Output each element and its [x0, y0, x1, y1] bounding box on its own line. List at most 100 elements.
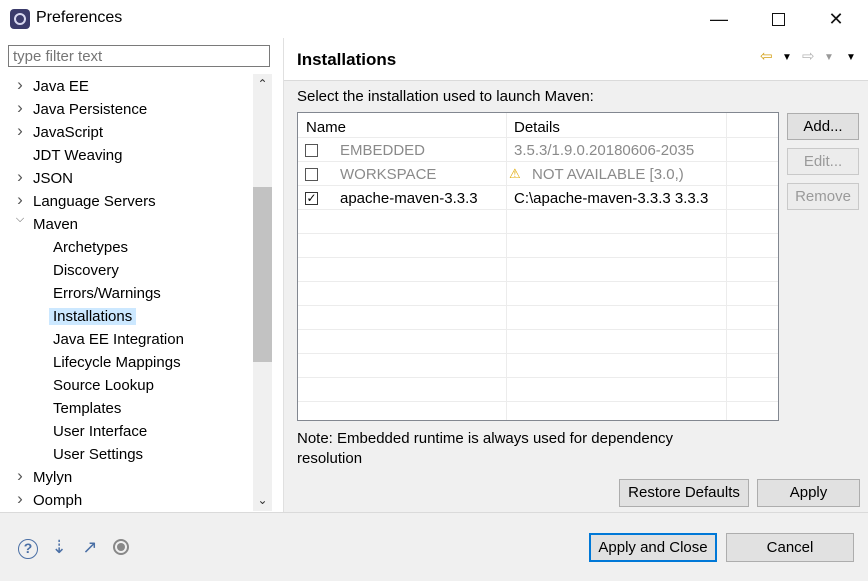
installation-checkbox[interactable]: [305, 168, 318, 181]
scroll-down-arrow-icon[interactable]: ⌄: [253, 490, 272, 510]
table-gridline: [298, 257, 778, 258]
chevron-right-icon[interactable]: ›: [13, 75, 27, 98]
tree-item-label: Templates: [53, 400, 122, 417]
restore-defaults-button[interactable]: Restore Defaults: [619, 479, 749, 507]
table-gridline: [298, 209, 778, 210]
view-menu-icon[interactable]: ▼: [846, 52, 856, 63]
tree-item-label: Java EE: [33, 78, 89, 95]
table-gridline: [298, 377, 778, 378]
tree-item[interactable]: Oomph: [33, 489, 82, 512]
tree-item[interactable]: JavaScript: [33, 121, 103, 144]
page-description: Select the installation used to launch M…: [297, 88, 594, 105]
tree-item[interactable]: Java Persistence: [33, 98, 147, 121]
tree-item[interactable]: JDT Weaving: [33, 144, 122, 167]
tree-item[interactable]: Java EE Integration: [53, 328, 184, 351]
tree-item[interactable]: Language Servers: [33, 190, 156, 213]
table-gridline: [298, 161, 778, 162]
tree-item[interactable]: User Interface: [53, 420, 147, 443]
back-arrow-icon[interactable]: ⇦: [760, 47, 773, 65]
help-icon[interactable]: ?: [17, 536, 39, 559]
tree-item-label: Language Servers: [33, 193, 156, 210]
add-button[interactable]: Add...: [787, 113, 859, 140]
tree-item-label: Mylyn: [33, 469, 73, 486]
chevron-right-icon[interactable]: ›: [13, 466, 27, 489]
tree-item-label: Archetypes: [53, 239, 129, 256]
close-button[interactable]: ✕: [813, 0, 859, 38]
tree-item[interactable]: Templates: [53, 397, 121, 420]
table-gridline: [298, 185, 778, 186]
table-gridline: [298, 305, 778, 306]
forward-arrow-icon[interactable]: ⇨: [802, 47, 815, 65]
back-menu-chevron-icon[interactable]: ▼: [782, 52, 792, 63]
maximize-button[interactable]: [755, 0, 801, 38]
chevron-right-icon[interactable]: ›: [13, 190, 27, 213]
table-gridline: [298, 233, 778, 234]
apply-and-close-button[interactable]: Apply and Close: [589, 533, 717, 562]
chevron-right-icon[interactable]: ›: [13, 121, 27, 144]
chevron-down-icon[interactable]: ⌵: [13, 213, 27, 236]
table-gridline: [298, 329, 778, 330]
tree-item-label: Maven: [33, 216, 79, 233]
tree-item[interactable]: Mylyn: [33, 466, 72, 489]
preference-tree: › Java EE › Java Persistence › JavaScript JDT …: [0, 74, 272, 512]
tree-item-label: Oomph: [33, 492, 83, 509]
installation-name[interactable]: EMBEDDED: [340, 142, 425, 159]
installations-table: Name Details EMBEDDED 3.5.3/1.9.0.2018060…: [297, 112, 779, 421]
installation-details: 3.5.3/1.9.0.20180606-2035: [514, 142, 695, 159]
tree-item[interactable]: User Settings: [53, 443, 143, 466]
forward-menu-chevron-icon[interactable]: ▼: [824, 52, 834, 63]
embedded-runtime-note: Note: Embedded runtime is always used fo…: [297, 430, 674, 467]
table-column-divider: [506, 113, 507, 420]
table-gridline: [298, 353, 778, 354]
tree-item[interactable]: Errors/Warnings: [53, 282, 161, 305]
eclipse-app-icon: [10, 9, 30, 29]
tree-item[interactable]: Archetypes: [53, 236, 128, 259]
warning-icon: ⚠: [509, 166, 521, 181]
cancel-button[interactable]: Cancel: [726, 533, 854, 562]
chevron-right-icon[interactable]: ›: [13, 489, 27, 512]
tree-item[interactable]: JSON: [33, 167, 73, 190]
oomph-record-icon[interactable]: [110, 536, 132, 558]
scroll-up-arrow-icon[interactable]: ⌃: [253, 74, 272, 94]
tree-scroll-thumb[interactable]: [253, 187, 272, 362]
tree-item[interactable]: Java EE: [33, 75, 89, 98]
installation-details: C:\apache-maven-3.3.3 3.3.3: [514, 190, 709, 207]
tree-item-label: Errors/Warnings: [53, 285, 161, 302]
tree-item-label: User Interface: [53, 423, 148, 440]
installation-checkbox[interactable]: [305, 144, 318, 157]
tree-item[interactable]: Installations: [49, 305, 137, 328]
table-column-divider: [726, 113, 727, 420]
table-gridline: [298, 137, 778, 138]
installation-name[interactable]: WORKSPACE: [340, 166, 436, 183]
column-header-details[interactable]: Details: [514, 119, 560, 136]
tree-item-label: User Settings: [53, 446, 144, 463]
tree-item[interactable]: Maven: [33, 213, 78, 236]
export-preferences-icon[interactable]: ↗: [79, 536, 101, 558]
page-title: Installations: [297, 50, 397, 69]
tree-item-label: JSON: [33, 170, 74, 187]
apply-button[interactable]: Apply: [757, 479, 860, 507]
chevron-right-icon[interactable]: ›: [13, 98, 27, 121]
edit-button[interactable]: Edit...: [787, 148, 859, 175]
installation-details: NOT AVAILABLE [3.0,): [532, 166, 684, 183]
installation-checkbox[interactable]: ✓: [305, 192, 318, 205]
installation-name[interactable]: apache-maven-3.3.3: [340, 190, 478, 207]
column-header-name[interactable]: Name: [306, 119, 346, 136]
window-title: Preferences: [36, 9, 123, 26]
chevron-right-icon[interactable]: ›: [13, 167, 27, 190]
tree-item[interactable]: Source Lookup: [53, 374, 154, 397]
tree-item-label: Java Persistence: [33, 101, 148, 118]
table-gridline: [298, 281, 778, 282]
tree-item-label: Discovery: [53, 262, 119, 279]
minimize-button[interactable]: —: [696, 0, 742, 38]
tree-item-label: Installations: [49, 308, 137, 325]
tree-item-label: Source Lookup: [53, 377, 154, 394]
filter-input[interactable]: [8, 45, 270, 67]
tree-item-label: Lifecycle Mappings: [53, 354, 181, 371]
tree-item-label: JavaScript: [33, 124, 104, 141]
table-gridline: [298, 401, 778, 402]
tree-item[interactable]: Discovery: [53, 259, 119, 282]
remove-button[interactable]: Remove: [787, 183, 859, 210]
tree-item[interactable]: Lifecycle Mappings: [53, 351, 181, 374]
import-preferences-icon[interactable]: ⇣: [48, 536, 70, 558]
